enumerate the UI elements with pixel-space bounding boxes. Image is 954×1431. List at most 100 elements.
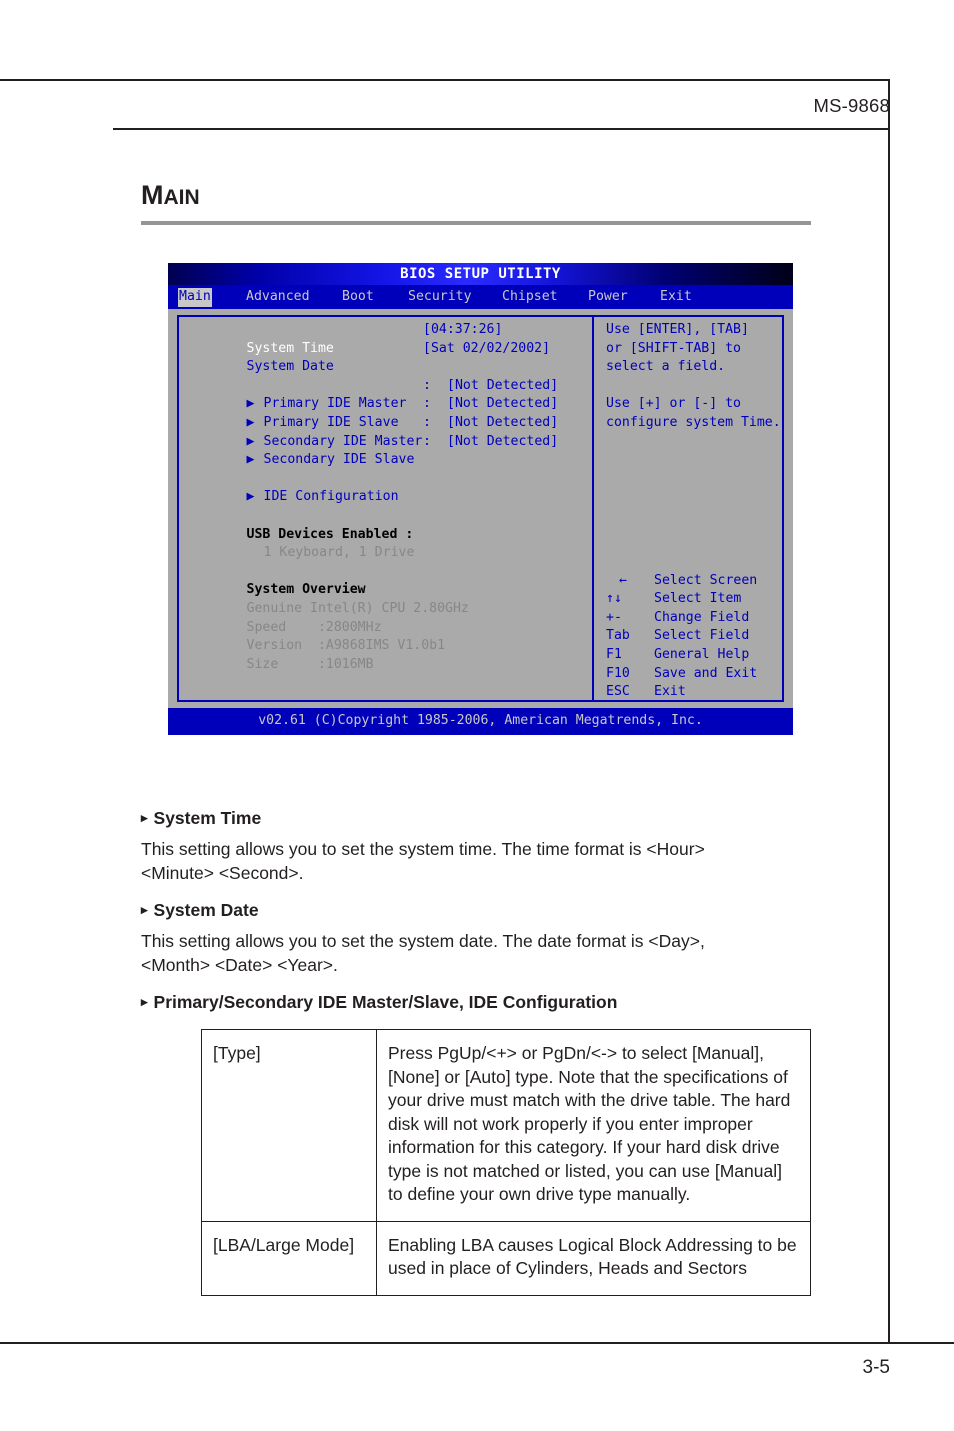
bios-menu-power[interactable]: Power: [588, 288, 628, 307]
bios-help-pane: Use [ENTER], [TAB] or [SHIFT-TAB] to sel…: [606, 321, 781, 702]
bios-footer-bar: v02.61 (C)Copyright 1985-2006, American …: [168, 708, 793, 735]
bios-menu-main[interactable]: Main: [178, 288, 212, 307]
secondary-ide-slave-value: [Not Detected]: [447, 433, 559, 449]
page-title-capital: M: [141, 180, 164, 210]
help-line-4: Use [+] or [-] to: [606, 396, 741, 412]
bios-panel-divider: [592, 315, 594, 702]
running-head: MS-9868: [813, 95, 890, 116]
table-cell-term-type: [Type]: [201, 1029, 377, 1222]
bios-menu-bar: Main Advanced Boot Security Chipset Powe…: [168, 285, 793, 309]
settings-description-table: [Type] Press PgUp/<+> or PgDn/<-> to sel…: [201, 1029, 811, 1296]
key-legend-save-and-exit-label: Save and Exit: [654, 665, 758, 681]
primary-ide-master-value: [Not Detected]: [447, 377, 559, 393]
bullet-heading-ide: ▸ Primary/Secondary IDE Master/Slave, IDE…: [141, 992, 617, 1013]
f10-key-icon: F10: [606, 665, 630, 681]
bios-title: BIOS SETUP UTILITY: [400, 266, 561, 282]
help-line-2: or [SHIFT-TAB] to: [606, 340, 741, 356]
key-legend-exit-label: Exit: [654, 684, 686, 700]
bullet-triangle-icon: ▸: [141, 994, 148, 1009]
bios-copyright: v02.61 (C)Copyright 1985-2006, American …: [258, 713, 703, 728]
paragraph-system-time-text: This setting allows you to set the syste…: [141, 839, 705, 859]
key-legend-select-field-label: Select Field: [654, 628, 750, 644]
section-underline-rule: [141, 221, 811, 225]
table-cell-term-lba: [LBA/Large Mode]: [201, 1220, 377, 1296]
bios-row-ide-configuration[interactable]: ▶ IDE Configuration: [183, 470, 589, 504]
page-right-rule: [888, 79, 890, 1343]
bios-menu-chipset[interactable]: Chipset: [502, 288, 558, 307]
bios-row-secondary-ide-master[interactable]: ▶ Secondary IDE Master : [Not Detected]: [183, 414, 589, 449]
key-legend-exit: ESC Exit: [606, 683, 772, 702]
usb-devices-detail: 1 Keyboard, 1 Drive: [263, 545, 415, 561]
page-bottom-rule: [0, 1342, 954, 1344]
bios-row-primary-ide-master[interactable]: ▶ Primary IDE Master : [Not Detected]: [183, 377, 589, 412]
paragraph-system-date: This setting allows you to set the syste…: [141, 930, 811, 977]
bios-body: System Time [04:37:26] System Date [Sat …: [168, 309, 793, 708]
system-overview-size: Size :1016MB: [246, 656, 374, 672]
bios-settings-pane: System Time [04:37:26] System Date [Sat …: [183, 321, 589, 672]
triangle-right-icon: ▶: [246, 489, 255, 505]
plus-minus-icon: +-: [606, 609, 622, 625]
key-legend-select-field: Tab Select Field: [606, 627, 772, 646]
bios-row-system-time[interactable]: System Time [04:37:26]: [183, 321, 589, 356]
primary-ide-slave-sep: :: [423, 396, 431, 412]
triangle-right-icon: ▶: [246, 452, 255, 468]
table-cell-description-lba: Enabling LBA causes Logical Block Addres…: [376, 1220, 811, 1296]
help-line-1: Use [ENTER], [TAB]: [606, 322, 749, 337]
bios-row-primary-ide-slave[interactable]: ▶ Primary IDE Slave : [Not Detected]: [183, 395, 589, 430]
secondary-ide-slave-sep: :: [423, 433, 431, 449]
bios-title-bar: BIOS SETUP UTILITY: [168, 263, 793, 285]
bios-row-overview-cpu: Genuine Intel(R) CPU 2.80GHz: [183, 581, 589, 616]
bullet-heading-ide-label: Primary/Secondary IDE Master/Slave, IDE …: [153, 992, 618, 1012]
f1-key-icon: F1: [606, 646, 622, 662]
bios-row-overview-version: Version :A9868IMS V1.0b1: [183, 619, 589, 653]
page-number: 3-5: [862, 1357, 890, 1378]
key-legend-select-screen: ← Select Screen: [606, 572, 772, 591]
help-gap-1: [606, 377, 772, 396]
bios-row-overview-speed: Speed :2800MHz: [183, 600, 589, 635]
table-row: [LBA/Large Mode] Enabling LBA causes Log…: [201, 1220, 811, 1296]
page-top-rule: [0, 79, 890, 81]
tab-key-icon: Tab: [606, 628, 630, 644]
secondary-ide-master-sep: :: [423, 414, 431, 430]
bios-menu-exit[interactable]: Exit: [660, 288, 692, 307]
bios-row-overview-heading: System Overview: [183, 563, 589, 597]
bios-menu-boot[interactable]: Boot: [342, 288, 374, 307]
key-legend-general-help: F1 General Help: [606, 646, 772, 665]
bios-row-secondary-ide-slave[interactable]: ▶ Secondary IDE Slave : [Not Detected]: [183, 433, 589, 468]
key-legend-save-and-exit: F10 Save and Exit: [606, 665, 772, 684]
bios-setup-screenshot: BIOS SETUP UTILITY Main Advanced Boot Se…: [168, 263, 793, 735]
help-gap-2: [606, 433, 772, 572]
key-legend-change-field-label: Change Field: [654, 609, 750, 625]
system-time-value[interactable]: [04:37:26]: [423, 321, 502, 340]
bios-menu-advanced[interactable]: Advanced: [246, 288, 310, 307]
paragraph-system-date-text: This setting allows you to set the syste…: [141, 931, 705, 951]
page-title: MAIN: [141, 182, 200, 209]
bios-row-usb-detail: 1 Keyboard, 1 Drive: [183, 526, 589, 560]
bullet-heading-system-date-label: System Date: [153, 900, 259, 920]
table-row: [Type] Press PgUp/<+> or PgDn/<-> to sel…: [201, 1029, 811, 1222]
key-legend-general-help-label: General Help: [654, 646, 750, 662]
bios-menu-security[interactable]: Security: [408, 288, 472, 307]
table-cell-description-type: Press PgUp/<+> or PgDn/<-> to select [Ma…: [376, 1029, 811, 1222]
bullet-heading-system-time: ▸ System Time: [141, 808, 261, 829]
paragraph-system-time-text-last: <Minute> <Second>.: [141, 862, 304, 883]
ide-configuration-label: IDE Configuration: [263, 489, 399, 505]
arrow-left-icon: ←: [619, 572, 627, 588]
esc-key-icon: ESC: [606, 684, 630, 700]
key-legend-select-item: ↑↓ Select Item: [606, 590, 772, 609]
bullet-heading-system-time-label: System Time: [153, 808, 262, 828]
primary-ide-master-sep: :: [423, 377, 431, 393]
bios-row-usb-heading: USB Devices Enabled :: [183, 507, 589, 542]
help-line-5: configure system Time.: [606, 414, 781, 430]
paragraph-system-date-text-last: <Month> <Date> <Year>.: [141, 954, 338, 975]
secondary-ide-slave-label: Secondary IDE Slave: [263, 452, 415, 468]
header-underline-rule: [113, 128, 890, 130]
help-line-3: select a field.: [606, 359, 726, 375]
key-legend-select-item-label: Select Item: [654, 591, 742, 607]
bios-row-system-date[interactable]: System Date [Sat 02/02/2002]: [183, 340, 589, 375]
secondary-ide-master-value: [Not Detected]: [447, 414, 559, 430]
arrow-up-down-icon: ↑↓: [606, 591, 622, 607]
system-date-value[interactable]: [Sat 02/02/2002]: [423, 340, 550, 359]
bullet-triangle-icon: ▸: [141, 902, 148, 917]
system-date-label: System Date: [246, 359, 334, 375]
